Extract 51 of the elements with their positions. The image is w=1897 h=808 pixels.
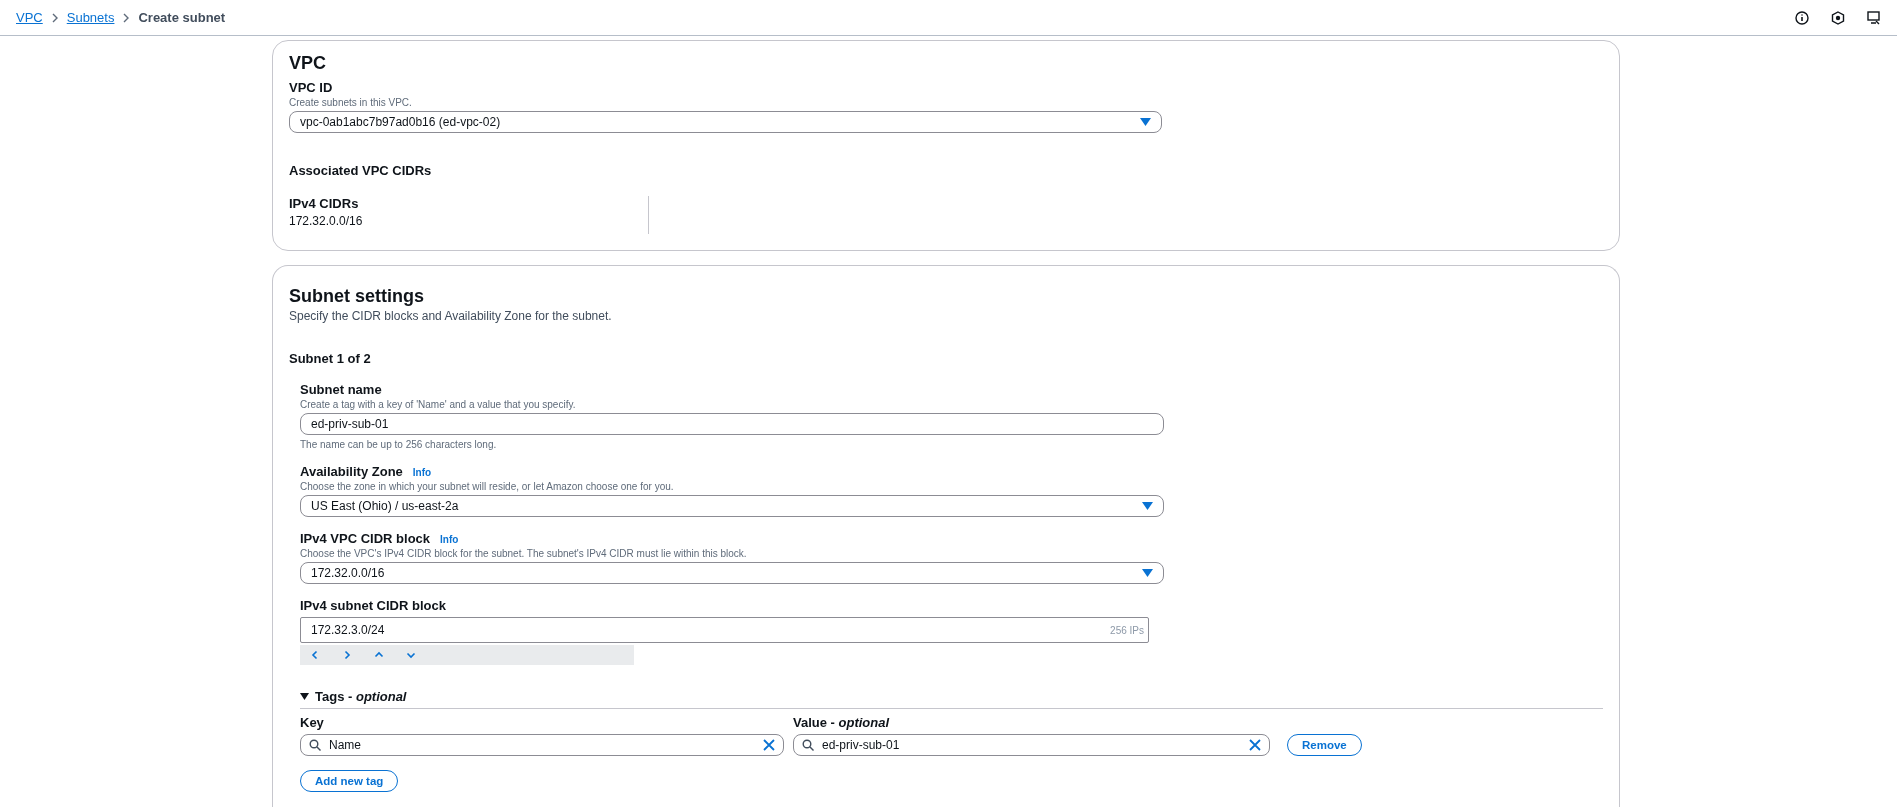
caret-icon bbox=[1142, 569, 1153, 577]
chevron-icon[interactable] bbox=[374, 650, 384, 660]
search-icon bbox=[802, 739, 814, 751]
chevron-icon[interactable] bbox=[342, 650, 352, 660]
caret-down-icon[interactable] bbox=[300, 692, 309, 701]
hexagon-icon[interactable] bbox=[1831, 10, 1845, 25]
caret-icon bbox=[1142, 502, 1153, 510]
field-label: VPC ID bbox=[289, 80, 334, 95]
select-field[interactable]: 172.32.0.0/16 bbox=[300, 562, 1164, 584]
field-label: Availability Zone bbox=[300, 464, 403, 479]
breadcrumb-link[interactable]: Subnets bbox=[66, 10, 115, 25]
field-label: Subnet name bbox=[300, 382, 382, 397]
section-label: Associated VPC CIDRs bbox=[289, 163, 433, 178]
chevron-right-icon bbox=[122, 12, 131, 23]
vpc-select[interactable]: vpc-0ab1abc7b97ad0b16 (ed-vpc-02) bbox=[289, 111, 1162, 133]
chevron-icon[interactable] bbox=[310, 650, 320, 660]
info-link[interactable]: Info bbox=[412, 467, 432, 478]
field-helper: The name can be up to 256 characters long. bbox=[300, 439, 498, 450]
cidr-value: 172.32.0.0/16 bbox=[289, 214, 364, 228]
column-label: Key bbox=[300, 715, 325, 730]
card-title: Subnet settings bbox=[289, 286, 425, 307]
subnet-heading: Subnet 1 of 2 bbox=[289, 351, 372, 366]
caret-icon bbox=[1140, 118, 1151, 126]
value-field[interactable]: ed-priv-sub-01 bbox=[793, 734, 1270, 756]
select-field[interactable]: US East (Ohio) / us-east-2a bbox=[300, 495, 1164, 517]
field-hint: Choose the VPC's IPv4 CIDR block for the subnet. The subnet's IPv4 CIDR must lie within this block. bbox=[300, 548, 748, 559]
field-label: IPv4 VPC CIDR block bbox=[300, 531, 431, 546]
card-title: VPC bbox=[289, 53, 327, 74]
remove-button[interactable]: Remove bbox=[1287, 734, 1362, 756]
field-label: IPv4 subnet CIDR block bbox=[300, 598, 446, 613]
field-hint: Choose the zone in which your subnet will reside, or let Amazon choose one for you. bbox=[300, 481, 675, 492]
clear-icon[interactable] bbox=[1249, 739, 1261, 751]
clear-icon[interactable] bbox=[763, 739, 775, 751]
tags-heading: Tags - optional bbox=[315, 689, 407, 704]
key-field[interactable]: Name bbox=[300, 734, 784, 756]
search-icon bbox=[309, 739, 321, 751]
field-hint: Create subnets in this VPC. bbox=[289, 97, 413, 108]
field-label: IPv4 CIDRs bbox=[289, 196, 360, 211]
card-description: Specify the CIDR blocks and Availability Zone for the subnet. bbox=[289, 309, 613, 323]
breadcrumb-current: Create subnet bbox=[138, 10, 226, 25]
chevron-icon[interactable] bbox=[406, 650, 416, 660]
text-field[interactable]: 172.32.3.0/24 256 IPs bbox=[300, 617, 1149, 643]
text-field[interactable]: ed-priv-sub-01 bbox=[300, 413, 1164, 435]
chevron-right-icon bbox=[50, 12, 59, 23]
add-tag-button[interactable]: Add new tag bbox=[300, 770, 399, 792]
info-icon[interactable] bbox=[1795, 10, 1809, 25]
info-link[interactable]: Info bbox=[440, 534, 459, 545]
breadcrumb-link[interactable]: VPC bbox=[16, 10, 43, 25]
column-label: Value - optional bbox=[793, 715, 890, 730]
monitor-icon[interactable] bbox=[1867, 10, 1881, 25]
field-hint: Create a tag with a key of 'Name' and a value that you specify. bbox=[300, 399, 577, 410]
